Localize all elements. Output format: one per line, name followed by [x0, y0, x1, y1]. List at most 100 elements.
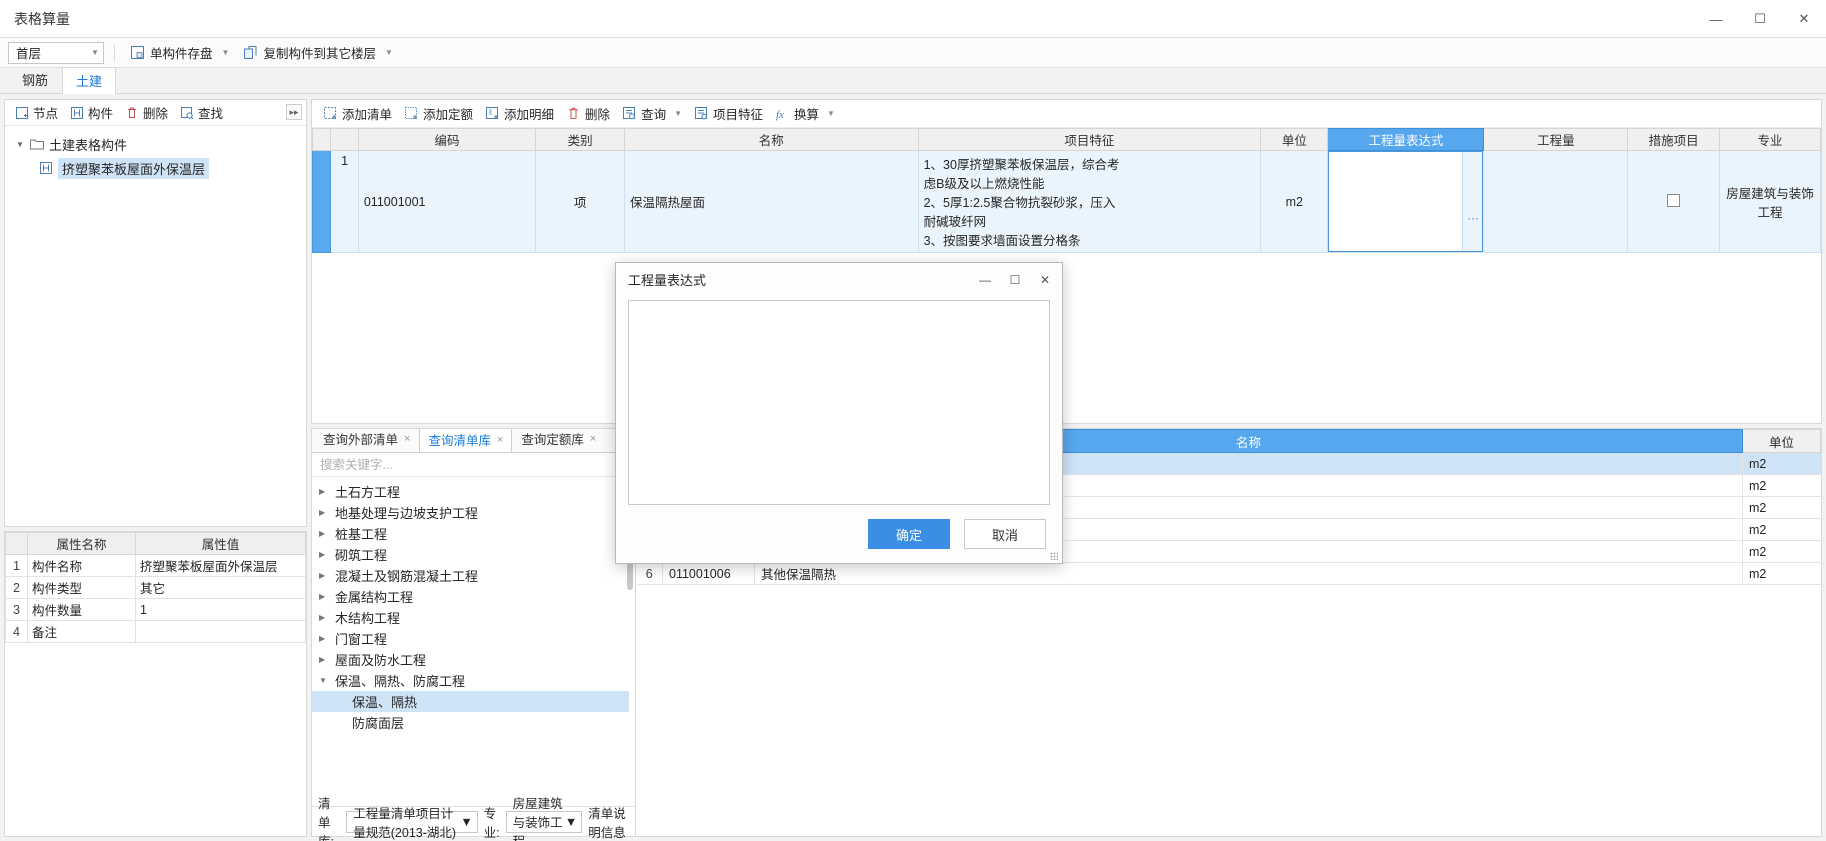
add-list-button[interactable]: 添加清单 — [318, 102, 397, 125]
chevron-right-icon[interactable]: ▶ — [319, 487, 329, 496]
bom-cell-name[interactable]: 保温隔热屋面 — [623, 150, 919, 253]
resize-grip[interactable] — [1050, 552, 1058, 560]
expression-value[interactable] — [1329, 152, 1462, 251]
measure-checkbox[interactable] — [1667, 193, 1681, 207]
close-icon[interactable]: × — [590, 433, 596, 445]
category-item-metal[interactable]: ▶ 金属结构工程 — [312, 586, 635, 607]
tab-civil[interactable]: 土建 — [62, 67, 117, 94]
maximize-icon[interactable]: ☐ — [1738, 0, 1782, 38]
chevron-right-icon[interactable]: ▶ — [319, 550, 329, 559]
chevron-down-icon[interactable]: ▼ — [827, 109, 835, 118]
add-detail-button[interactable]: 添加明细 — [480, 102, 559, 125]
chevron-right-icon[interactable]: ▶ — [319, 508, 329, 517]
category-item-doors-windows[interactable]: ▶ 门窗工程 — [312, 628, 635, 649]
chevron-down-icon[interactable]: ▼ — [222, 48, 230, 57]
attr-value-cell[interactable] — [135, 620, 306, 643]
delete-button[interactable]: 删除 — [120, 101, 173, 124]
chevron-right-icon[interactable]: ▶ — [319, 571, 329, 580]
table-row[interactable]: 3 构件数量 1 — [5, 598, 306, 621]
category-item-timber[interactable]: ▶ 木结构工程 — [312, 607, 635, 628]
tree-item-insulation-layer[interactable]: 挤塑聚苯板屋面外保温层 — [5, 156, 306, 180]
attr-value-cell[interactable]: 其它 — [135, 576, 306, 599]
add-quota-button[interactable]: 添加定额 — [399, 102, 478, 125]
save-component-button[interactable]: 单构件存盘 ▼ — [125, 41, 234, 64]
add-node-button[interactable]: 节点 — [10, 101, 63, 124]
dialog-close-icon[interactable]: ✕ — [1030, 263, 1060, 296]
list-info-link[interactable]: 清单说明信息 — [588, 803, 629, 841]
chevron-right-icon[interactable]: ▶ — [319, 655, 329, 664]
table-row[interactable]: 6 011001006 其他保温隔热 m2 — [636, 562, 1821, 585]
chevron-right-icon[interactable]: ▶ — [319, 592, 329, 601]
chevron-down-icon[interactable]: ▼ — [319, 676, 329, 685]
floor-select[interactable]: 首层 ▼ — [8, 41, 104, 64]
close-icon[interactable]: × — [497, 434, 503, 446]
bom-cell-measure[interactable] — [1627, 150, 1720, 253]
confirm-button[interactable]: 确定 — [868, 519, 950, 549]
query-button[interactable]: 查询 ▼ — [617, 102, 687, 125]
bom-header-code[interactable]: 编码 — [357, 128, 537, 151]
add-component-button[interactable]: 构件 — [65, 101, 118, 124]
category-item-roof-waterproof[interactable]: ▶ 屋面及防水工程 — [312, 649, 635, 670]
table-row[interactable]: 1 011001001 项 保温隔热屋面 1、30厚挤塑聚苯板保温层，综合考 虑… — [311, 150, 1822, 253]
minimize-icon[interactable]: — — [1694, 0, 1738, 38]
cancel-button[interactable]: 取消 — [964, 519, 1046, 549]
bom-header-feature[interactable]: 项目特征 — [917, 128, 1262, 151]
bom-header-category[interactable]: 类别 — [535, 128, 625, 151]
tab-list-library[interactable]: 查询清单库 × — [419, 429, 513, 452]
bom-cell-code[interactable]: 011001001 — [357, 150, 537, 253]
category-item-pile[interactable]: ▶ 桩基工程 — [312, 523, 635, 544]
table-row[interactable]: 2 构件类型 其它 — [5, 576, 306, 599]
category-item-concrete[interactable]: ▶ 混凝土及钢筋混凝土工程 — [312, 565, 635, 586]
bom-header-measure[interactable]: 措施项目 — [1627, 128, 1720, 151]
category-item-insulation[interactable]: ▼ 保温、隔热、防腐工程 — [312, 670, 635, 691]
chevron-down-icon[interactable]: ▼ — [674, 109, 682, 118]
attr-value-cell[interactable]: 1 — [135, 598, 306, 621]
chevron-down-icon[interactable]: ▼ — [385, 48, 393, 57]
bom-cell-unit[interactable]: m2 — [1260, 150, 1329, 253]
close-icon[interactable]: × — [404, 433, 410, 445]
expression-editor[interactable]: ··· — [1328, 151, 1484, 252]
dialog-maximize-icon[interactable]: ☐ — [1000, 263, 1030, 296]
bom-delete-button[interactable]: 删除 — [561, 102, 615, 125]
category-item-anticorrosion-layer[interactable]: 防腐面层 — [312, 712, 635, 733]
chevron-down-icon[interactable]: ▼ — [15, 140, 25, 149]
expand-right-icon[interactable]: ▸▸ — [286, 104, 302, 120]
copy-component-button[interactable]: 复制构件到其它楼层 ▼ — [238, 41, 397, 64]
convert-button[interactable]: fx 换算 ▼ — [770, 102, 840, 125]
chevron-right-icon[interactable]: ▶ — [319, 529, 329, 538]
close-icon[interactable]: ✕ — [1782, 0, 1826, 38]
table-row[interactable]: 4 备注 — [5, 620, 306, 643]
library-select[interactable]: 工程量清单项目计量规范(2013-湖北) ▼ — [346, 807, 478, 840]
chevron-right-icon[interactable]: ▶ — [319, 613, 329, 622]
find-button[interactable]: 查找 — [175, 101, 228, 124]
category-item-masonry[interactable]: ▶ 砌筑工程 — [312, 544, 635, 565]
bom-cell-expression[interactable]: ··· — [1327, 150, 1485, 253]
attr-row-number: 2 — [5, 576, 28, 599]
specialty-select[interactable]: 房屋建筑与装饰工程 ▼ — [505, 797, 583, 841]
dialog-minimize-icon[interactable]: — — [970, 263, 1000, 296]
tab-steel[interactable]: 钢筋 — [8, 66, 62, 93]
table-row[interactable]: 1 构件名称 挤塑聚苯板屋面外保温层 — [5, 554, 306, 577]
project-feature-button[interactable]: 项目特征 — [689, 102, 768, 125]
bom-header-unit[interactable]: 单位 — [1260, 128, 1329, 151]
tab-external-list[interactable]: 查询外部清单 × — [314, 429, 419, 452]
tree-root-node[interactable]: ▼ 土建表格构件 — [5, 132, 306, 156]
bom-header-expression[interactable]: 工程量表达式 — [1327, 128, 1485, 151]
bom-cell-quantity[interactable] — [1483, 150, 1629, 253]
tab-quota-library[interactable]: 查询定额库 × — [512, 429, 605, 452]
category-item-foundation[interactable]: ▶ 地基处理与边坡支护工程 — [312, 502, 635, 523]
bom-cell-specialty[interactable]: 房屋建筑与装饰工程 — [1718, 150, 1822, 253]
chevron-right-icon[interactable]: ▶ — [319, 634, 329, 643]
expression-ellipsis-button[interactable]: ··· — [1462, 152, 1483, 251]
bom-header-name[interactable]: 名称 — [623, 128, 919, 151]
attr-value-cell[interactable]: 挤塑聚苯板屋面外保温层 — [135, 554, 306, 577]
bom-header-specialty[interactable]: 专业 — [1718, 128, 1822, 151]
search-input[interactable] — [318, 456, 616, 473]
bom-cell-category[interactable]: 项 — [535, 150, 625, 253]
category-item-thermal-insulation[interactable]: 保温、隔热 — [312, 691, 629, 712]
expression-textarea[interactable] — [628, 300, 1050, 505]
bom-cell-feature[interactable]: 1、30厚挤塑聚苯板保温层，综合考 虑B级及以上燃烧性能 2、5厚1:2.5聚合… — [917, 150, 1262, 253]
feature-line: 虑B级及以上燃烧性能 — [923, 177, 1045, 191]
bom-header-quantity[interactable]: 工程量 — [1483, 128, 1629, 151]
category-item-earthwork[interactable]: ▶ 土石方工程 — [312, 481, 635, 502]
